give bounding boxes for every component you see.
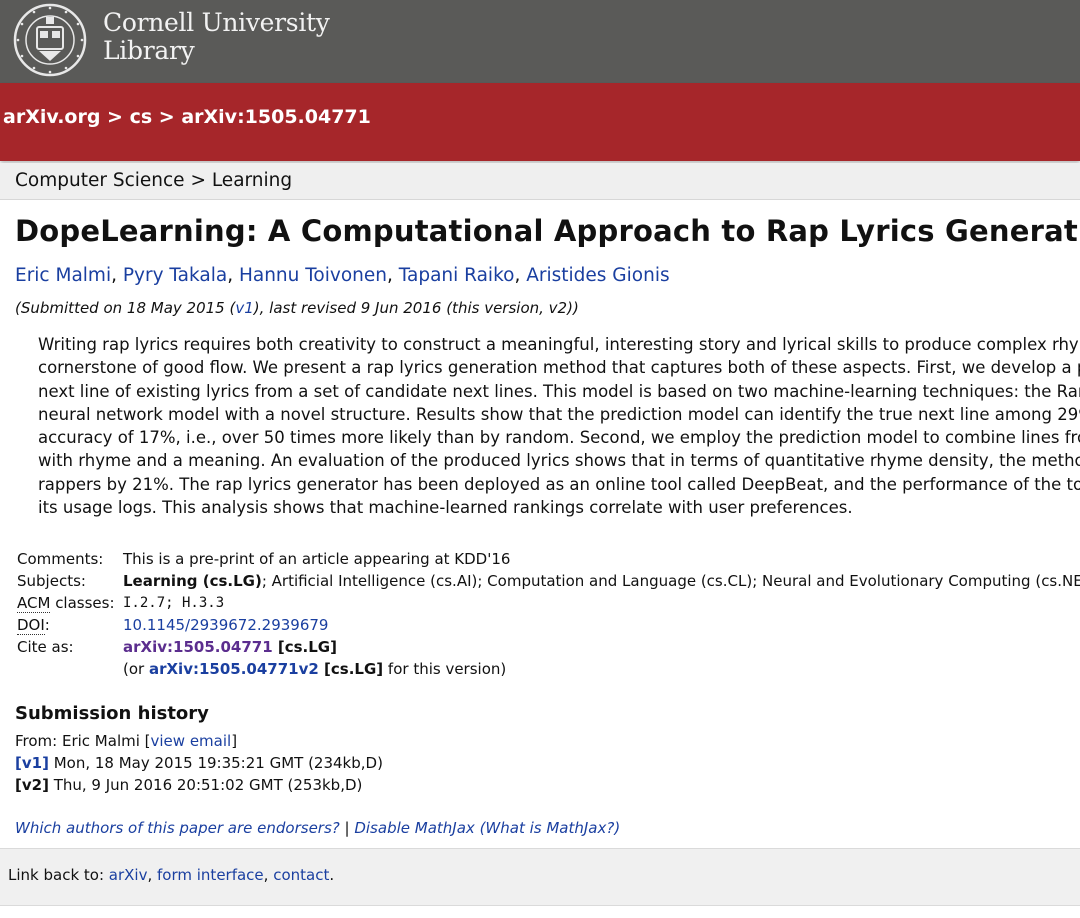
acm-abbr: ACM [17, 594, 51, 613]
abstract-line: accuracy of 17%, i.e., over 50 times mor… [38, 428, 1080, 448]
institution-line1: Cornell University [103, 8, 330, 37]
version-v1-text: Mon, 18 May 2015 19:35:21 GMT (234kb,D) [48, 754, 383, 772]
abstract-line: rappers by 21%. The rap lyrics generator… [38, 474, 1080, 494]
doi-label: DOI: [17, 614, 50, 636]
comments-label: Comments: [17, 550, 104, 568]
doi-link[interactable]: 10.1145/2939672.2939679 [123, 614, 328, 636]
cite2-prefix: (or [123, 660, 149, 678]
institution-name[interactable]: Cornell University Library [103, 9, 330, 65]
dateline-v1-link[interactable]: v1 [235, 299, 253, 317]
cite-category: [cs.LG] [272, 638, 337, 656]
abstract-line: with rhyme and a meaning. An evaluation … [38, 451, 1080, 471]
footer-arxiv-link[interactable]: arXiv [109, 866, 148, 884]
author-link[interactable]: Hannu Toivonen [239, 265, 387, 286]
footer-form-link[interactable]: form interface [157, 866, 264, 884]
submission-history-heading: Submission history [15, 703, 209, 724]
cite-label: Cite as: [17, 638, 74, 656]
acm-label: ACM classes: [17, 592, 115, 614]
links-separator: | [339, 819, 355, 837]
cite2-suffix: for this version) [383, 660, 507, 678]
doi-abbr: DOI [17, 616, 45, 635]
submission-dateline: (Submitted on 18 May 2015 (v1), last rev… [15, 297, 579, 319]
author-link[interactable]: Tapani Raiko [399, 265, 515, 286]
dateline-prefix: (Submitted on 18 May 2015 ( [15, 299, 236, 317]
history-from-prefix: From: Eric Malmi [ [15, 732, 151, 750]
version-v1-link[interactable]: [v1] [15, 754, 49, 772]
abstract: Writing rap lyrics requires both creativ… [38, 333, 1080, 523]
breadcrumb-separator: > [152, 106, 182, 128]
view-email-link[interactable]: view email [151, 732, 232, 750]
cornell-seal-icon[interactable] [13, 3, 87, 77]
abstract-line: cornerstone of good flow. We present a r… [38, 358, 1080, 378]
footer-links: Link back to: arXiv, form interface, con… [8, 864, 334, 886]
version-v2-label: [v2] [15, 776, 49, 794]
abstract-line: neural network model with a novel struct… [38, 404, 1080, 424]
author-list: Eric Malmi, Pyry Takala, Hannu Toivonen,… [15, 264, 670, 288]
history-from-suffix: ] [231, 732, 238, 750]
subject-separator: > [184, 170, 212, 191]
author-link[interactable]: Aristides Gionis [526, 265, 669, 286]
author-separator: , [111, 265, 123, 286]
subjects-value: Learning (cs.LG); Artificial Intelligenc… [123, 570, 1080, 592]
history-v1: [v1] Mon, 18 May 2015 19:35:21 GMT (234k… [15, 752, 383, 774]
cite-id-link[interactable]: arXiv:1505.04771 [123, 638, 273, 656]
author-link[interactable]: Pyry Takala [123, 265, 227, 286]
author-separator: , [514, 265, 527, 286]
disable-mathjax-link[interactable]: Disable MathJax [354, 819, 474, 837]
cite2-category: [cs.LG] [318, 660, 384, 678]
breadcrumb-cs-link[interactable]: cs [130, 106, 153, 128]
footer-comma: , [263, 866, 274, 884]
comments-value: This is a pre-print of an article appear… [123, 550, 511, 568]
doi-colon: : [44, 616, 50, 634]
subjects-label: Subjects: [17, 572, 86, 590]
footer-contact-link[interactable]: contact [273, 866, 329, 884]
what-is-mathjax-link[interactable]: (What is MathJax?) [480, 819, 621, 837]
subject-path: Computer Science > Learning [15, 169, 292, 193]
author-separator: , [227, 265, 239, 286]
breadcrumb-separator: > [100, 106, 130, 128]
paper-title: DopeLearning: A Computational Approach t… [15, 214, 1080, 248]
breadcrumb-paper-id: arXiv:1505.04771 [181, 106, 371, 128]
history-v2: [v2] Thu, 9 Jun 2016 20:51:02 GMT (253kb… [15, 774, 362, 796]
institution-header: Cornell University Library [0, 0, 1080, 83]
history-from: From: Eric Malmi [view email] [15, 730, 237, 752]
other-subjects: ; Artificial Intelligence (cs.AI); Compu… [261, 572, 1080, 590]
cite-value: arXiv:1505.04771 [cs.LG] [123, 636, 337, 658]
acm-label-rest: classes: [50, 594, 115, 612]
cite-version-value: (or arXiv:1505.04771v2 [cs.LG] for this … [123, 658, 506, 680]
institution-line2: Library [103, 36, 195, 65]
footer-period: . [329, 866, 335, 884]
cite-version-link[interactable]: arXiv:1505.04771v2 [149, 660, 319, 678]
footer-comma: , [147, 866, 158, 884]
endorsers-link[interactable]: Which authors of this paper are endorser… [15, 819, 340, 837]
subject-area: Computer Science [15, 170, 185, 191]
breadcrumb: arXiv.org > cs > arXiv:1505.04771 [3, 105, 371, 129]
author-separator: , [386, 265, 399, 286]
extra-links: Which authors of this paper are endorser… [15, 817, 620, 839]
breadcrumb-arxiv-link[interactable]: arXiv.org [3, 106, 100, 128]
dateline-suffix: ), last revised 9 Jun 2016 (this version… [253, 299, 579, 317]
abstract-line: next line of existing lyrics from a set … [38, 381, 1080, 401]
author-link[interactable]: Eric Malmi [15, 265, 111, 286]
version-v2-text: Thu, 9 Jun 2016 20:51:02 GMT (253kb,D) [48, 776, 363, 794]
abstract-line: its usage logs. This analysis shows that… [38, 498, 853, 518]
footer-prefix: Link back to: [8, 866, 109, 884]
abstract-line: Writing rap lyrics requires both creativ… [38, 335, 1080, 354]
subject-name: Learning [211, 170, 293, 191]
primary-subject: Learning (cs.LG) [123, 572, 262, 590]
acm-value: I.2.7; H.3.3 [123, 595, 225, 611]
